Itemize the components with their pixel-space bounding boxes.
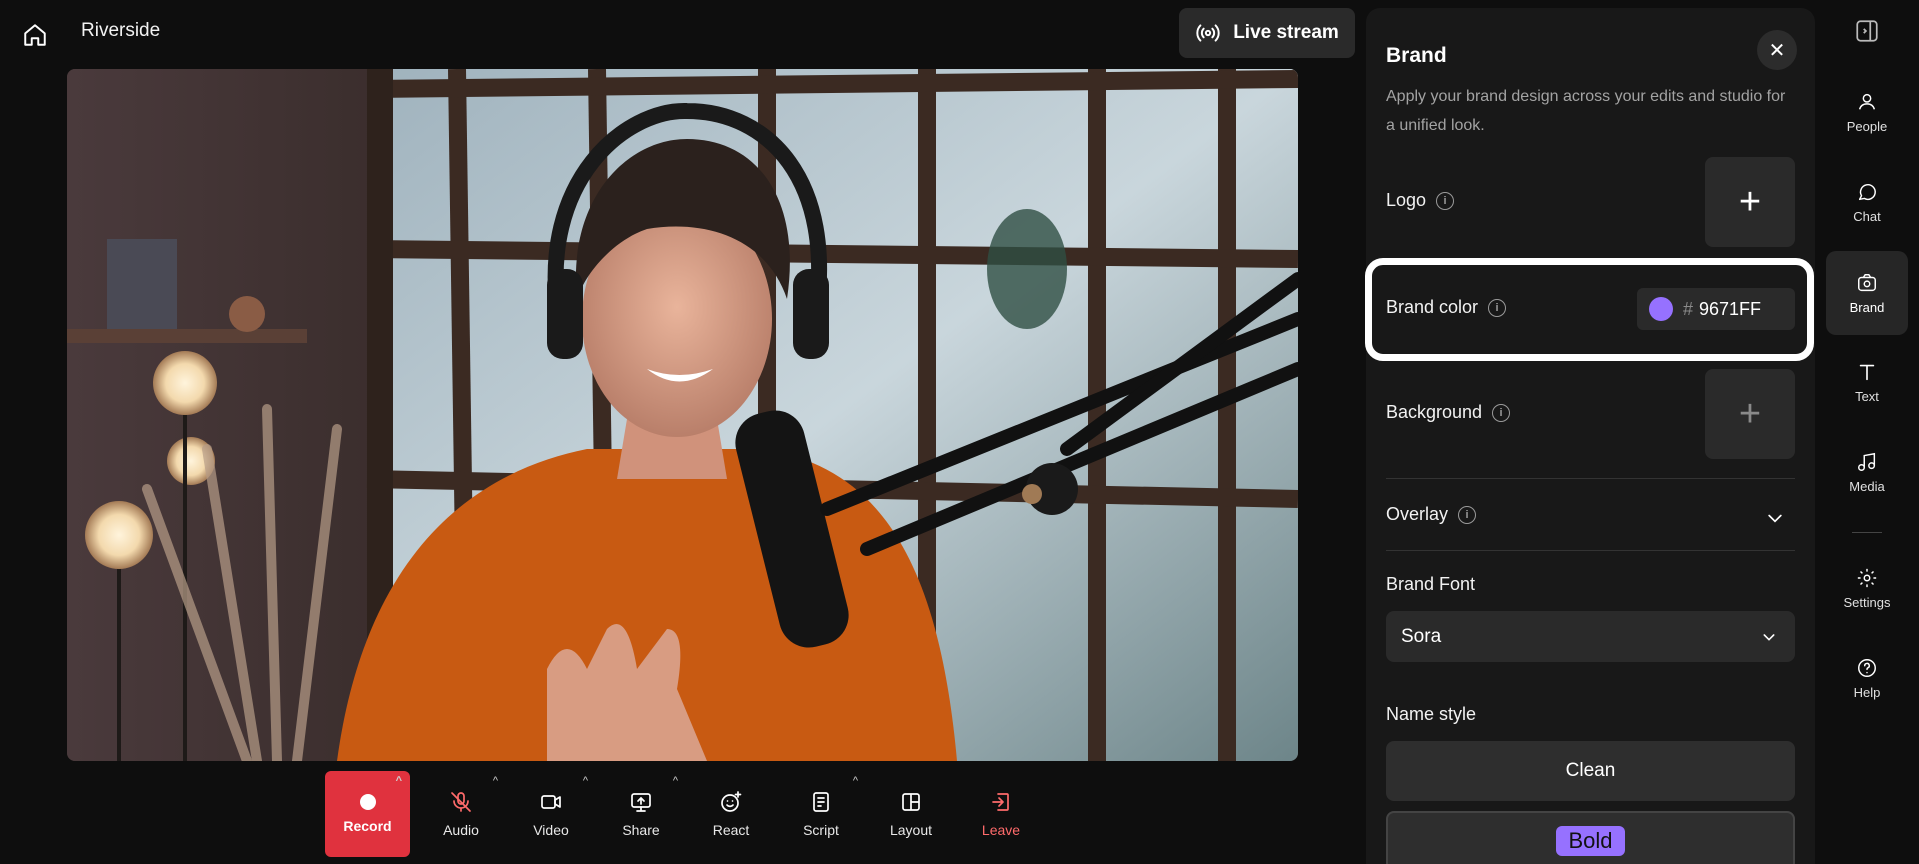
audio-options-caret[interactable]: ^: [493, 775, 498, 787]
camera-icon: [541, 795, 561, 809]
chat-icon: [1858, 183, 1876, 200]
brand-font-label: Brand Font: [1386, 574, 1476, 594]
script-options-caret[interactable]: ^: [853, 775, 858, 787]
close-icon: ✕: [1768, 39, 1786, 62]
rail-item-settings[interactable]: Settings: [1826, 546, 1908, 630]
music-note-icon: [1858, 452, 1876, 471]
chevron-down-icon: [1763, 633, 1775, 641]
chevron-down-icon[interactable]: [1765, 508, 1785, 528]
brand-panel: Brand ✕ Apply your brand design across y…: [1366, 8, 1815, 864]
audio-button[interactable]: ^ Audio: [416, 771, 506, 857]
participant-video: [67, 69, 1298, 761]
home-icon: [24, 24, 46, 46]
add-logo-button[interactable]: +: [1705, 157, 1795, 247]
audio-label: Audio: [443, 822, 479, 838]
document-icon: [813, 792, 829, 812]
plus-icon: +: [1738, 180, 1762, 223]
studio-app: Riverside Live stream ^ Record ^ Audio ^…: [0, 0, 1919, 864]
add-background-button[interactable]: +: [1705, 369, 1795, 459]
rail-item-media[interactable]: Media: [1826, 430, 1908, 514]
rail-item-chat[interactable]: Chat: [1826, 160, 1908, 244]
name-style-bold-label: Bold: [1556, 826, 1625, 856]
rail-label: People: [1846, 118, 1888, 134]
gear-icon: [1857, 568, 1877, 587]
rail-label: Media: [1849, 478, 1885, 494]
record-label: Record: [343, 818, 392, 834]
layout-icon: [902, 793, 920, 811]
close-panel-button[interactable]: ✕: [1757, 30, 1797, 70]
live-stream-button[interactable]: Live stream: [1179, 8, 1355, 58]
rail-label: Brand: [1849, 299, 1885, 315]
react-label: React: [712, 822, 750, 838]
rail-label: Chat: [1853, 208, 1881, 224]
panel-description: Apply your brand design across your edit…: [1386, 88, 1786, 134]
brand-icon: [1858, 273, 1876, 291]
layout-button[interactable]: Layout: [866, 771, 956, 857]
layout-label: Layout: [889, 822, 933, 838]
panel-title: Brand: [1386, 44, 1447, 67]
divider: [1386, 478, 1795, 479]
rail-separator: [1852, 532, 1882, 533]
logo-row-label: Logo i: [1386, 190, 1455, 211]
screen-share-icon: [631, 793, 651, 812]
name-style-label: Name style: [1386, 704, 1477, 724]
app-title: Riverside: [81, 20, 161, 41]
rail-label: Help: [1853, 684, 1881, 700]
home-button[interactable]: [16, 16, 54, 54]
people-icon: [1858, 93, 1876, 110]
divider: [1386, 550, 1795, 551]
name-style-bold[interactable]: Bold: [1386, 811, 1795, 864]
react-button[interactable]: React: [686, 771, 776, 857]
script-label: Script: [803, 822, 839, 838]
record-dot-icon: [359, 794, 376, 810]
plus-icon: +: [1738, 392, 1762, 435]
overlay-label: Overlay: [1386, 504, 1449, 524]
rail-item-people[interactable]: People: [1826, 70, 1908, 154]
record-button[interactable]: ^ Record: [325, 771, 410, 857]
info-icon[interactable]: i: [1436, 191, 1455, 210]
overlay-row[interactable]: Overlay i: [1386, 504, 1477, 525]
background-row-label: Background i: [1386, 402, 1511, 423]
rail-item-brand[interactable]: Brand: [1826, 251, 1908, 335]
info-icon[interactable]: i: [1492, 403, 1511, 422]
rail-item-text[interactable]: Text: [1826, 340, 1908, 424]
rail-item-help[interactable]: Help: [1826, 636, 1908, 720]
rail-label: Settings: [1843, 594, 1891, 610]
brand-font-value: Sora: [1401, 625, 1442, 647]
control-bar: ^ Record ^ Audio ^ Video ^ Share React ^…: [325, 771, 1046, 857]
share-label: Share: [622, 822, 660, 838]
text-icon: [1859, 364, 1875, 380]
leave-label: Leave: [981, 822, 1021, 838]
video-button[interactable]: ^ Video: [506, 771, 596, 857]
brand-font-select[interactable]: Sora: [1386, 611, 1795, 662]
video-stage: [67, 69, 1298, 761]
emoji-add-icon: [721, 791, 742, 812]
live-stream-label: Live stream: [1233, 22, 1339, 43]
name-style-clean-label: Clean: [1565, 760, 1616, 781]
video-options-caret[interactable]: ^: [583, 775, 588, 787]
leave-button[interactable]: Leave: [956, 771, 1046, 857]
info-icon[interactable]: i: [1458, 505, 1477, 524]
script-button[interactable]: ^ Script: [776, 771, 866, 857]
record-options-caret[interactable]: ^: [396, 775, 402, 787]
brand-color-highlight: [1365, 258, 1814, 361]
rail-label: Text: [1855, 388, 1879, 404]
help-icon: [1858, 658, 1876, 677]
background-label: Background: [1386, 402, 1483, 422]
logo-label: Logo: [1386, 190, 1427, 210]
video-label: Video: [533, 822, 569, 838]
broadcast-icon: [1196, 24, 1220, 42]
collapse-panel-icon[interactable]: [1854, 18, 1880, 44]
share-options-caret[interactable]: ^: [673, 775, 678, 787]
mic-off-icon: [451, 792, 471, 812]
exit-icon: [992, 793, 1009, 811]
share-button[interactable]: ^ Share: [596, 771, 686, 857]
name-style-clean[interactable]: Clean: [1386, 741, 1795, 801]
